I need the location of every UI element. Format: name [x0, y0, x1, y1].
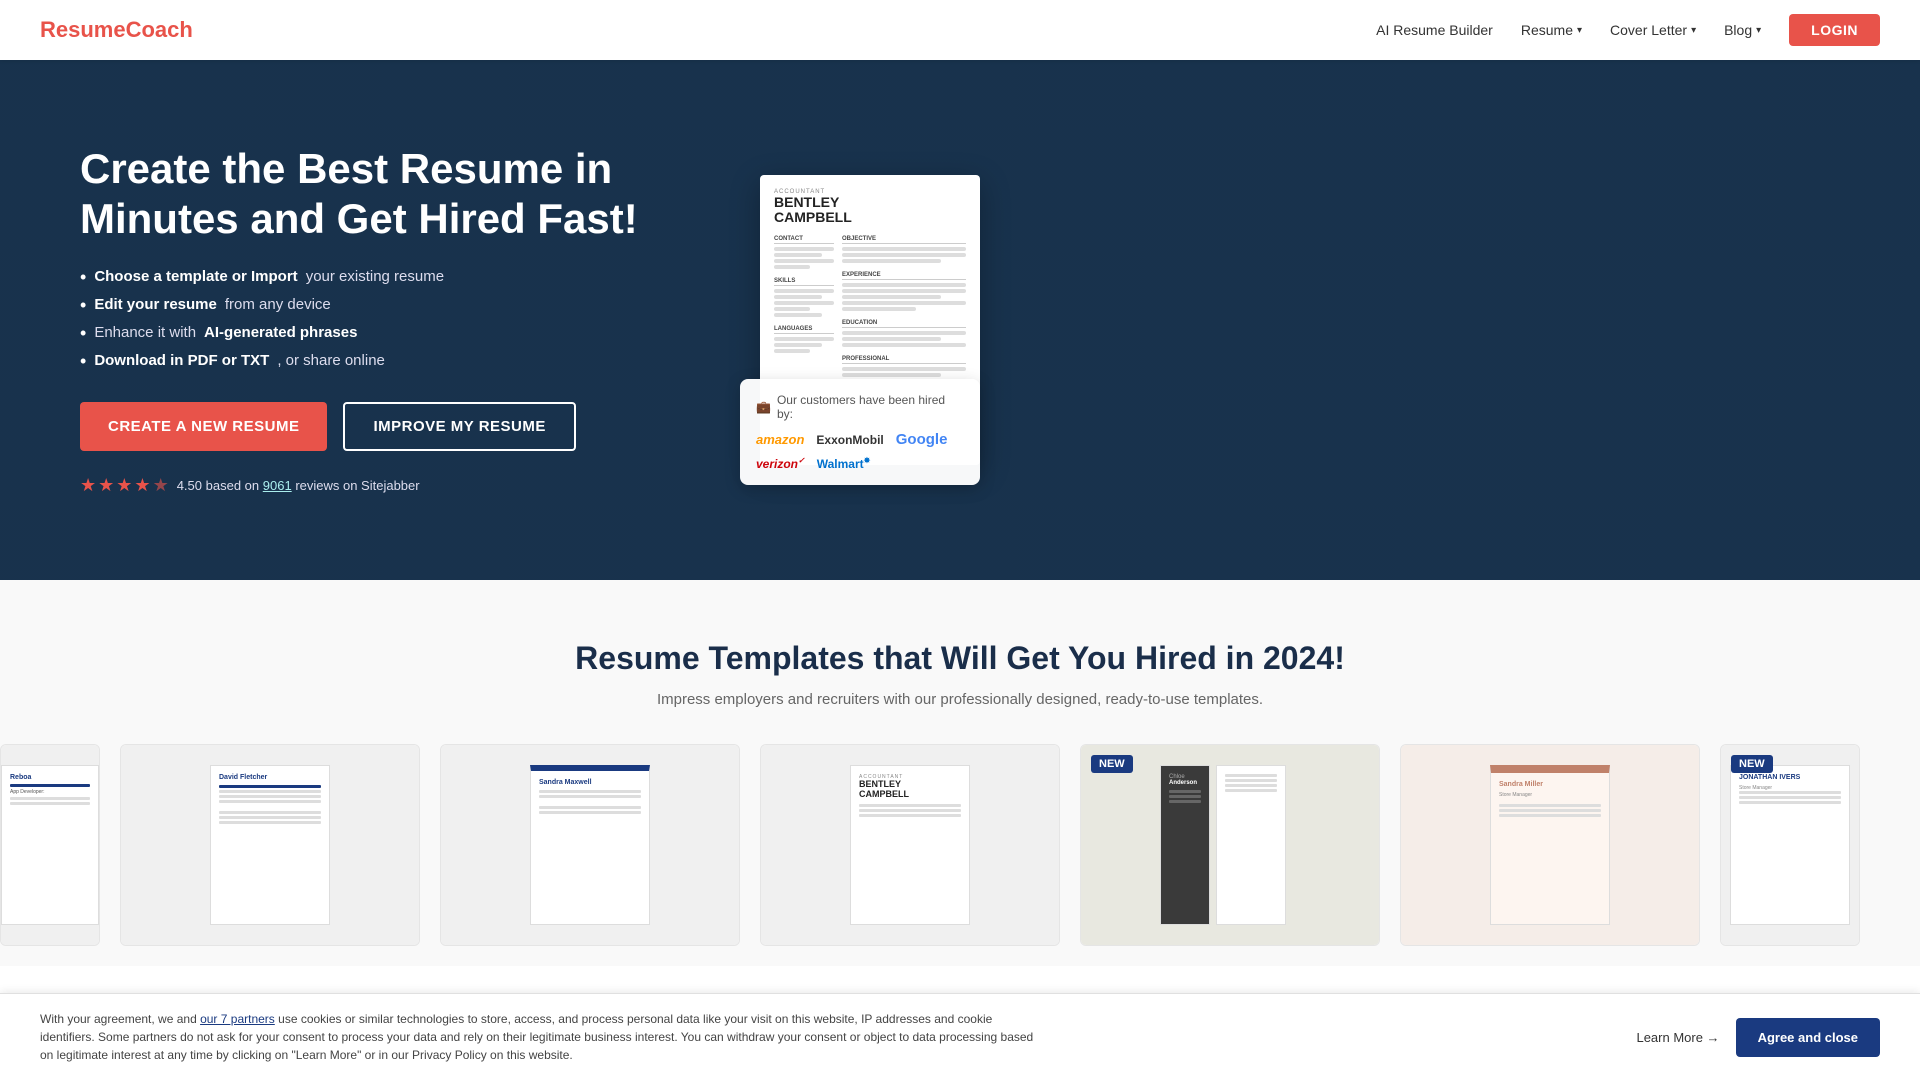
- rating-stars: ★ ★ ★ ★ ★: [80, 475, 169, 496]
- hero-right: ACCOUNTANT BENTLEYCAMPBELL CONTACT SKILL…: [760, 175, 980, 465]
- languages-section: LANGUAGES: [774, 326, 834, 334]
- new-badge-chloe: NEW: [1091, 755, 1133, 773]
- resume-name: BENTLEYCAMPBELL: [774, 195, 966, 226]
- login-button[interactable]: LOGIN: [1789, 14, 1880, 46]
- template-preview-david: David Fletcher: [121, 745, 419, 945]
- new-badge-jonathan: NEW: [1731, 755, 1773, 773]
- cover-letter-chevron-icon: ▾: [1691, 25, 1696, 36]
- logo[interactable]: ResumeCoach: [40, 17, 193, 43]
- template-mini-chloe-left: Chloe Anderson: [1160, 765, 1210, 925]
- bullet-3: Enhance it with AI-generated phrases: [80, 324, 680, 342]
- cookie-partners-link[interactable]: our 7 partners: [200, 1012, 275, 1026]
- skills-section: SKILLS: [774, 278, 834, 286]
- learn-more-button[interactable]: Learn More →: [1636, 1030, 1719, 1045]
- nav-ai-builder[interactable]: AI Resume Builder: [1376, 22, 1493, 38]
- resume-right-col: OBJECTIVE EXPERIENCE EDUCATION: [842, 236, 966, 379]
- rating-score: 4.50 based on 9061 reviews on Sitejabber: [177, 478, 420, 493]
- bullet-2: Edit your resume from any device: [80, 296, 680, 314]
- experience-section: EXPERIENCE: [842, 272, 966, 280]
- blog-chevron-icon: ▾: [1756, 25, 1761, 36]
- hero-buttons: CREATE A NEW RESUME IMPROVE MY RESUME: [80, 402, 680, 451]
- contact-section: CONTACT: [774, 236, 834, 244]
- walmart-logo: Walmart✸: [817, 456, 871, 471]
- nav-links: AI Resume Builder Resume ▾ Cover Letter …: [1376, 14, 1880, 46]
- hired-logos: amazon ExxonMobil Google verizon✓ Walmar…: [756, 431, 964, 471]
- templates-scroll[interactable]: Reboa App Developer: David Fletcher: [0, 744, 1920, 946]
- template-mini-david: David Fletcher: [210, 765, 330, 925]
- template-card-bentley[interactable]: ACCOUNTANT BENTLEYCAMPBELL: [760, 744, 1060, 946]
- star-2: ★: [98, 475, 114, 496]
- amazon-logo: amazon: [756, 432, 804, 447]
- resume-chevron-icon: ▾: [1577, 25, 1582, 36]
- education-section: EDUCATION: [842, 320, 966, 328]
- template-card-partial[interactable]: Reboa App Developer:: [0, 744, 100, 946]
- nav-blog[interactable]: Blog ▾: [1724, 22, 1761, 38]
- cookie-banner: With your agreement, we and our 7 partne…: [0, 993, 1920, 1080]
- rating-link[interactable]: 9061: [263, 478, 292, 493]
- star-3: ★: [116, 475, 132, 496]
- templates-subtitle: Impress employers and recruiters with ou…: [0, 691, 1920, 708]
- bullet-4: Download in PDF or TXT , or share online: [80, 352, 680, 370]
- logo-prefix: Resume: [40, 17, 126, 42]
- objective-section: OBJECTIVE: [842, 236, 966, 244]
- bullet-1: Choose a template or Import your existin…: [80, 268, 680, 286]
- improve-resume-button[interactable]: IMPROVE MY RESUME: [343, 402, 575, 451]
- create-resume-button[interactable]: CREATE A NEW RESUME: [80, 402, 327, 451]
- star-1: ★: [80, 475, 96, 496]
- cookie-buttons: Learn More → Agree and close: [1636, 1018, 1880, 1057]
- template-mini-jonathan: JONATHAN IVERS Store Manager: [1730, 765, 1850, 925]
- template-preview-bentley: ACCOUNTANT BENTLEYCAMPBELL: [761, 745, 1059, 945]
- resume-card-body: CONTACT SKILLS LANGUAGES: [774, 236, 966, 379]
- star-4: ★: [134, 475, 150, 496]
- templates-section: Resume Templates that Will Get You Hired…: [0, 580, 1920, 966]
- template-mini-sandra-mi: Sandra Miller Store Manager: [1490, 765, 1610, 925]
- hero-section: Create the Best Resume in Minutes and Ge…: [0, 60, 1920, 580]
- rating-row: ★ ★ ★ ★ ★ 4.50 based on 9061 reviews on …: [80, 475, 680, 496]
- hero-title: Create the Best Resume in Minutes and Ge…: [80, 144, 680, 245]
- hero-bullets: Choose a template or Import your existin…: [80, 268, 680, 370]
- template-preview-sandra-mi: Sandra Miller Store Manager: [1401, 745, 1699, 945]
- template-mini-chloe-right: [1216, 765, 1286, 925]
- star-5: ★: [153, 475, 169, 496]
- hired-by-title: 💼 Our customers have been hired by:: [756, 393, 964, 421]
- template-mini-bentley: ACCOUNTANT BENTLEYCAMPBELL: [850, 765, 970, 925]
- template-preview-jonathan: JONATHAN IVERS Store Manager: [1721, 745, 1859, 945]
- templates-title: Resume Templates that Will Get You Hired…: [0, 640, 1920, 677]
- exxonmobil-logo: ExxonMobil: [816, 433, 883, 447]
- hero-left: Create the Best Resume in Minutes and Ge…: [80, 144, 680, 497]
- navbar: ResumeCoach AI Resume Builder Resume ▾ C…: [0, 0, 1920, 60]
- template-mini-sandra-m: Sandra Maxwell: [530, 765, 650, 925]
- template-card-sandra-m[interactable]: Sandra Maxwell: [440, 744, 740, 946]
- template-mini: Reboa App Developer:: [1, 765, 99, 925]
- template-card-chloe[interactable]: NEW Chloe Anderson: [1080, 744, 1380, 946]
- google-logo: Google: [896, 431, 948, 448]
- nav-cover-letter[interactable]: Cover Letter ▾: [1610, 22, 1696, 38]
- verizon-logo: verizon✓: [756, 456, 805, 471]
- briefcase-icon: 💼: [756, 400, 771, 414]
- professional-section: PROFESSIONAL: [842, 356, 966, 364]
- hired-by-box: 💼 Our customers have been hired by: amaz…: [740, 379, 980, 485]
- cookie-text: With your agreement, we and our 7 partne…: [40, 1010, 1040, 1064]
- template-card-sandra-mi[interactable]: Sandra Miller Store Manager: [1400, 744, 1700, 946]
- nav-resume[interactable]: Resume ▾: [1521, 22, 1582, 38]
- template-card-jonathan[interactable]: NEW JONATHAN IVERS Store Manager: [1720, 744, 1860, 946]
- template-preview-chloe: Chloe Anderson: [1081, 745, 1379, 945]
- resume-left-col: CONTACT SKILLS LANGUAGES: [774, 236, 834, 379]
- agree-close-button[interactable]: Agree and close: [1736, 1018, 1880, 1057]
- logo-suffix: Coach: [126, 17, 193, 42]
- template-preview-sandra-m: Sandra Maxwell: [441, 745, 739, 945]
- template-preview: Reboa App Developer:: [1, 745, 99, 945]
- template-card-david[interactable]: David Fletcher: [120, 744, 420, 946]
